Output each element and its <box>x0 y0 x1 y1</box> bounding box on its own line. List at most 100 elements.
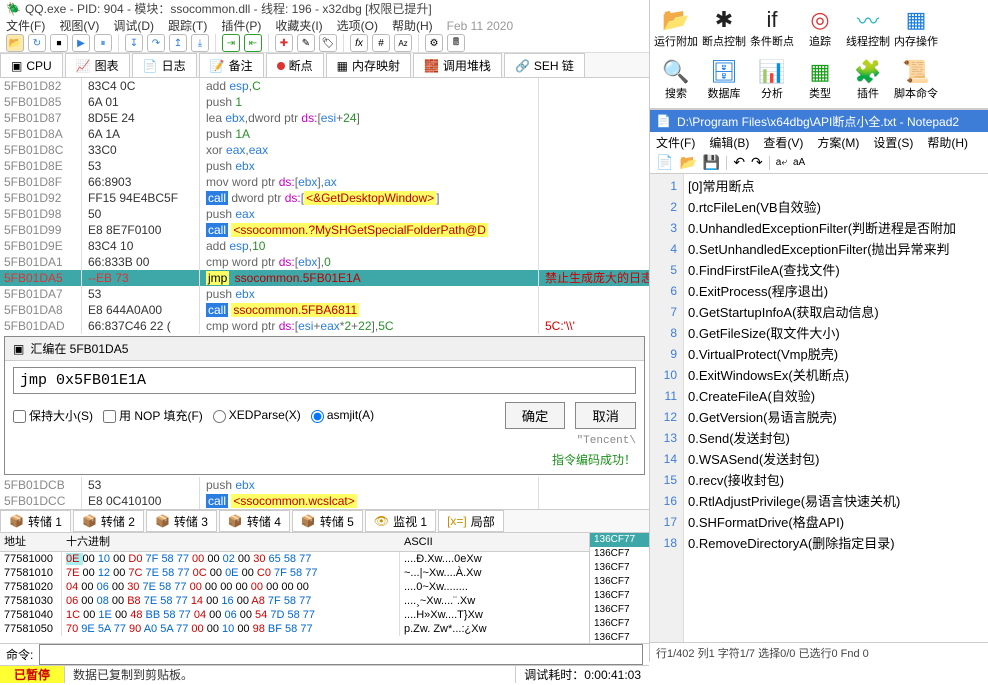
np2-wrap-icon[interactable]: a⤶ <box>776 157 787 168</box>
toolbar-类型[interactable]: ▦类型 <box>796 54 844 106</box>
dump-row[interactable]: 7758105070 9E 5A 77 90 A0 5A 77 00 00 10… <box>0 622 589 636</box>
tab-bp[interactable]: 断点 <box>266 53 324 77</box>
calc-icon[interactable]: 🖩 <box>447 34 465 52</box>
dump-row[interactable]: 7758102004 00 06 00 30 7E 58 77 00 00 00… <box>0 580 589 594</box>
hash-icon[interactable]: # <box>372 34 390 52</box>
disasm-row[interactable]: 5FB01D8E53push ebx <box>0 158 649 174</box>
dump-row[interactable]: 775810000E 00 10 00 D0 7F 58 77 00 00 02… <box>0 552 589 566</box>
menu-trace[interactable]: 跟踪(T) <box>168 17 207 34</box>
disasm-view[interactable]: 5FB01D8283C4 0Cadd esp,C5FB01D856A 01pus… <box>0 78 649 334</box>
np2-line[interactable]: 0.recv(接收封包) <box>688 470 984 491</box>
gear-icon[interactable]: ⚙ <box>425 34 443 52</box>
np2-menu-view[interactable]: 查看(V) <box>763 134 803 151</box>
toolbar-运行附加[interactable]: 📂运行附加 <box>652 2 700 54</box>
np2-line[interactable]: 0.VirtualProtect(Vmp脱壳) <box>688 344 984 365</box>
disasm-row[interactable]: 5FB01DA5--EB 73jmp ssocommon.5FB01E1A禁止生… <box>0 270 649 286</box>
disasm-row[interactable]: 5FB01DCB53push ebx <box>0 477 649 493</box>
stack-entry[interactable]: 136CF7 <box>590 575 649 589</box>
np2-line[interactable]: 0.RtlAdjustPrivilege(易语言快速关机) <box>688 491 984 512</box>
keepsize-checkbox[interactable]: 保持大小(S) <box>13 407 93 424</box>
disasm-row[interactable]: 5FB01DAD66:837C46 22 (cmp word ptr ds:[e… <box>0 318 649 334</box>
disasm-row[interactable]: 5FB01D99E8 8E7F0100call <ssocommon.?MySH… <box>0 222 649 238</box>
stack-entry[interactable]: 136CF7 <box>590 547 649 561</box>
tab-callstack[interactable]: 🧱调用堆栈 <box>413 53 502 77</box>
stack-entry[interactable]: 136CF7 <box>590 589 649 603</box>
disasm-row[interactable]: 5FB01DCCE8 0C410100call <ssocommon.wcslc… <box>0 493 649 509</box>
stack-entry[interactable]: 136CF77 <box>590 533 649 547</box>
dump-view[interactable]: 地址 十六进制 ASCII 775810000E 00 10 00 D0 7F … <box>0 533 589 643</box>
pause-icon[interactable]: ⏸ <box>94 34 112 52</box>
asmjit-radio[interactable]: asmjit(A) <box>311 408 374 422</box>
toolbar-内存操作[interactable]: ▦内存操作 <box>892 2 940 54</box>
np2-save-icon[interactable]: 💾 <box>703 154 720 171</box>
disasm-row[interactable]: 5FB01D878D5E 24lea ebx,dword ptr ds:[esi… <box>0 110 649 126</box>
dump-row[interactable]: 775810401C 00 1E 00 48 BB 58 77 04 00 06… <box>0 608 589 622</box>
stack-mini[interactable]: 136CF77136CF7136CF7136CF7136CF7136CF7136… <box>589 533 649 643</box>
np2-line[interactable]: 0.SetUnhandledExceptionFilter(抛出异常来判 <box>688 239 984 260</box>
np2-line[interactable]: 0.GetStartupInfoA(获取启动信息) <box>688 302 984 323</box>
dump-row[interactable]: 775810107E 00 12 00 7C 7E 58 77 0C 00 0E… <box>0 566 589 580</box>
dump-tab[interactable]: 📦转储 4 <box>219 510 290 532</box>
np2-line[interactable]: 0.SHFormatDrive(格盘API) <box>688 512 984 533</box>
dump-tab[interactable]: 📦转储 5 <box>292 510 363 532</box>
np2-redo-icon[interactable]: ↷ <box>751 154 763 171</box>
disasm-row[interactable]: 5FB01D9850push eax <box>0 206 649 222</box>
ok-button[interactable]: 确定 <box>505 402 566 429</box>
menu-file[interactable]: 文件(F) <box>6 17 45 34</box>
np2-line[interactable]: [0]常用断点 <box>688 176 984 197</box>
trace2-icon[interactable]: ⇤ <box>244 34 262 52</box>
disasm-row[interactable]: 5FB01DA166:833B 00cmp word ptr ds:[ebx],… <box>0 254 649 270</box>
run-icon[interactable]: ▶ <box>72 34 90 52</box>
comment-icon[interactable]: ✎ <box>297 34 315 52</box>
toolbar-脚本命令[interactable]: 📜脚本命令 <box>892 54 940 106</box>
disasm-row[interactable]: 5FB01D92FF15 94E4BC5Fcall dword ptr ds:[… <box>0 190 649 206</box>
dump-tab[interactable]: 📦转储 3 <box>146 510 217 532</box>
fx-icon[interactable]: fx <box>350 34 368 52</box>
np2-menu-settings[interactable]: 设置(S) <box>873 134 913 151</box>
stepin-icon[interactable]: ↧ <box>125 34 143 52</box>
disasm-view-2[interactable]: 5FB01DCB53push ebx5FB01DCCE8 0C410100cal… <box>0 477 649 509</box>
np2-menu-edit[interactable]: 编辑(B) <box>709 134 749 151</box>
dump-tab[interactable]: 👁监视 1 <box>365 510 436 532</box>
az-icon[interactable]: Az <box>394 34 412 52</box>
toolbar-条件断点[interactable]: if条件断点 <box>748 2 796 54</box>
toolbar-线程控制[interactable]: 〰线程控制 <box>844 2 892 54</box>
np2-menu-scheme[interactable]: 方案(M) <box>817 134 859 151</box>
np2-line[interactable]: 0.WSASend(发送封包) <box>688 449 984 470</box>
disasm-row[interactable]: 5FB01D8F66:8903mov word ptr ds:[ebx],ax <box>0 174 649 190</box>
toolbar-数据库[interactable]: 🗄数据库 <box>700 54 748 106</box>
patch-icon[interactable]: ✚ <box>275 34 293 52</box>
toolbar-追踪[interactable]: ◎追踪 <box>796 2 844 54</box>
menu-help[interactable]: 帮助(H) <box>392 17 433 34</box>
np2-line[interactable]: 0.ExitProcess(程序退出) <box>688 281 984 302</box>
cancel-button[interactable]: 取消 <box>575 402 636 429</box>
trace-icon[interactable]: ⇥ <box>222 34 240 52</box>
menu-view[interactable]: 视图(V) <box>59 17 99 34</box>
disasm-row[interactable]: 5FB01D8C33C0xor eax,eax <box>0 142 649 158</box>
np2-line[interactable]: 0.GetVersion(易语言脱壳) <box>688 407 984 428</box>
stack-entry[interactable]: 136CF7 <box>590 617 649 631</box>
stepover-icon[interactable]: ↷ <box>147 34 165 52</box>
asm-input[interactable] <box>13 367 636 394</box>
np2-open-icon[interactable]: 📂 <box>679 154 696 171</box>
disasm-row[interactable]: 5FB01D8A6A 1Apush 1A <box>0 126 649 142</box>
np2-line[interactable]: 0.UnhandledExceptionFilter(判断进程是否附加 <box>688 218 984 239</box>
toolbar-插件[interactable]: 🧩插件 <box>844 54 892 106</box>
disasm-row[interactable]: 5FB01D856A 01push 1 <box>0 94 649 110</box>
disasm-row[interactable]: 5FB01D8283C4 0Cadd esp,C <box>0 78 649 94</box>
np2-new-icon[interactable]: 📄 <box>656 154 673 171</box>
dump-tab[interactable]: 📦转储 1 <box>0 510 71 532</box>
tab-notes[interactable]: 📝备注 <box>199 53 264 77</box>
tab-mem[interactable]: ▦内存映射 <box>326 53 411 77</box>
menu-debug[interactable]: 调试(D) <box>113 17 154 34</box>
tab-log[interactable]: 📄日志 <box>132 53 197 77</box>
stop-icon[interactable]: ⏹ <box>50 34 68 52</box>
disasm-row[interactable]: 5FB01DA753push ebx <box>0 286 649 302</box>
np2-menu-file[interactable]: 文件(F) <box>656 134 695 151</box>
toolbar-断点控制[interactable]: ✱断点控制 <box>700 2 748 54</box>
np2-line[interactable]: 0.FindFirstFileA(查找文件) <box>688 260 984 281</box>
np2-line[interactable]: 0.CreateFileA(自效验) <box>688 386 984 407</box>
np2-menu-help[interactable]: 帮助(H) <box>927 134 968 151</box>
restart-icon[interactable]: ↻ <box>28 34 46 52</box>
disasm-row[interactable]: 5FB01DA8E8 644A0A00call ssocommon.5FBA68… <box>0 302 649 318</box>
